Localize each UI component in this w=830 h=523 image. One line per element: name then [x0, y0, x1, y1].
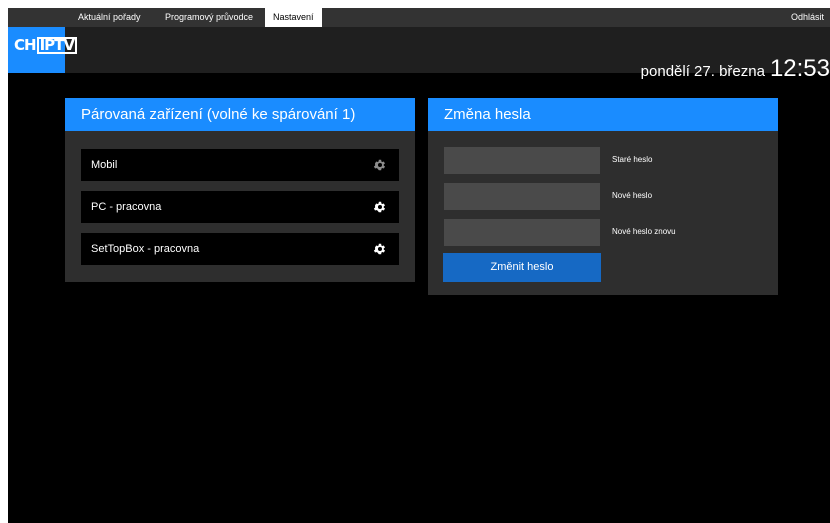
current-date: pondělí 27. března — [640, 63, 765, 80]
gear-icon[interactable] — [373, 200, 387, 214]
datetime: pondělí 27. března 12:53 — [641, 55, 830, 83]
new-password-input[interactable] — [444, 183, 600, 210]
header-bar: pondělí 27. března 12:53 — [8, 27, 830, 82]
app-window: Aktuální pořady Programový průvodce Nast… — [8, 8, 830, 523]
device-row-mobil[interactable]: Mobil — [81, 149, 399, 181]
gear-icon[interactable] — [373, 158, 387, 172]
logout-link[interactable]: Odhlásit — [791, 8, 824, 27]
paired-devices-title: Párovaná zařízení (volné ke spárování 1) — [65, 98, 415, 131]
gear-icon[interactable] — [373, 242, 387, 256]
nav-item-settings[interactable]: Nastavení — [265, 8, 322, 27]
logo-text: CH IPTV — [14, 36, 77, 54]
old-password-input[interactable] — [444, 147, 600, 174]
password-change-title: Změna hesla — [428, 98, 778, 131]
top-nav: Aktuální pořady Programový průvodce Nast… — [8, 8, 830, 27]
logo-text-iptv: IPTV — [36, 37, 77, 54]
device-label: SetTopBox - pracovna — [91, 243, 200, 255]
nav-item-program-guide[interactable]: Programový průvodce — [157, 8, 261, 27]
password-change-panel: Změna hesla Staré heslo Nové heslo Nové … — [428, 98, 778, 295]
new-password-label: Nové heslo — [612, 191, 653, 200]
new-password-repeat-label: Nové heslo znovu — [612, 227, 676, 236]
paired-devices-panel: Párovaná zařízení (volné ke spárování 1)… — [65, 98, 415, 282]
device-label: Mobil — [91, 159, 118, 171]
device-label: PC - pracovna — [91, 201, 162, 213]
device-row-settopbox[interactable]: SetTopBox - pracovna — [81, 233, 399, 265]
device-row-pc[interactable]: PC - pracovna — [81, 191, 399, 223]
nav-item-current-shows[interactable]: Aktuální pořady — [70, 8, 149, 27]
new-password-repeat-input[interactable] — [444, 219, 600, 246]
old-password-label: Staré heslo — [612, 155, 653, 164]
logo[interactable]: CH IPTV — [8, 27, 77, 73]
change-password-button[interactable]: Změnit heslo — [443, 253, 601, 282]
logo-text-ch: CH — [14, 36, 37, 54]
current-time: 12:53 — [769, 55, 830, 82]
